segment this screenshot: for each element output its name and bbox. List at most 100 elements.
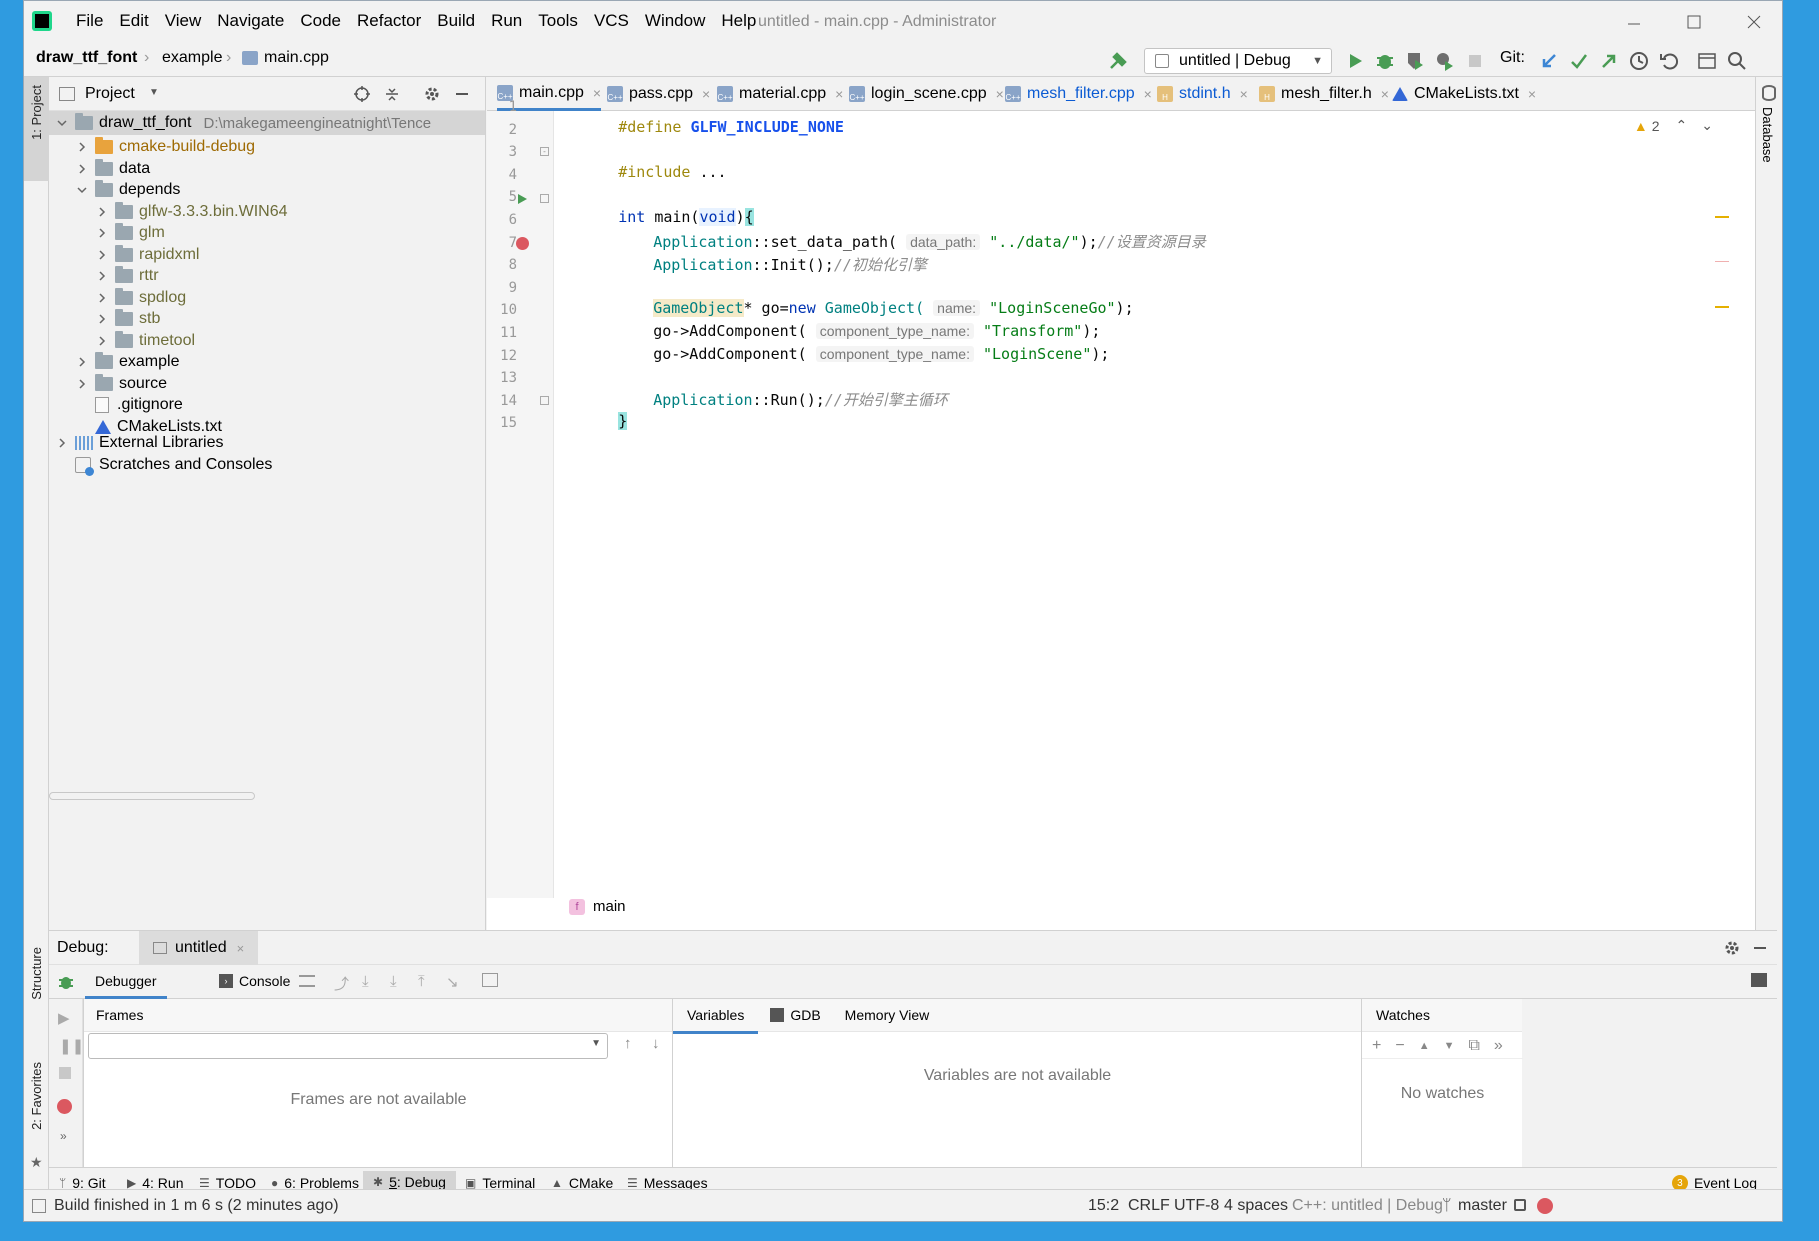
step-into-icon[interactable]: ⤓ [390, 973, 397, 990]
editor-tab[interactable]: C++ login_scene.cpp × [849, 77, 1004, 111]
copy-icon[interactable]: ⧉ [1468, 1037, 1479, 1055]
memory-view-tab[interactable]: Memory View [833, 1007, 942, 1023]
project-tool-tab[interactable]: 1: Project [24, 77, 49, 181]
chevron-right-icon[interactable] [95, 312, 109, 326]
chevron-right-icon[interactable] [75, 162, 89, 176]
fold-icon[interactable] [540, 194, 549, 203]
layout-settings-icon[interactable] [1751, 973, 1767, 987]
collapse-all-icon[interactable] [383, 85, 401, 103]
prev-highlight-icon[interactable]: ⌃ [1676, 117, 1688, 134]
warning-stripe-mark[interactable] [1715, 306, 1729, 308]
folded-includes[interactable]: ... [699, 163, 726, 181]
tree-root[interactable]: draw_ttf_font D:\makegameengineatnight\T… [49, 111, 485, 135]
git-branch[interactable]: master [1458, 1197, 1507, 1215]
resume-icon[interactable]: ▶ [58, 1009, 70, 1027]
hide-panel-icon[interactable] [453, 85, 471, 103]
menu-help[interactable]: Help [713, 11, 764, 31]
debugger-tab[interactable]: Debugger [85, 965, 167, 999]
tree-item[interactable]: example [75, 350, 179, 374]
tree-item[interactable]: depends [75, 178, 180, 202]
chevron-down-icon[interactable]: ▼ [149, 87, 159, 98]
profile-icon[interactable] [1434, 50, 1456, 72]
line-separator[interactable]: CRLF [1128, 1197, 1170, 1215]
fold-icon[interactable] [540, 396, 549, 405]
tree-item[interactable]: cmake-build-debug [75, 135, 255, 159]
caret-position[interactable]: 15:2 [1088, 1197, 1119, 1215]
chevron-right-icon[interactable] [95, 291, 109, 305]
maximize-button[interactable] [1664, 7, 1724, 37]
menu-view[interactable]: View [157, 11, 210, 31]
editor-tab[interactable]: C++ mesh_filter.cpp × [1005, 77, 1152, 111]
git-history-clock-icon[interactable] [1628, 50, 1650, 72]
chevron-right-icon[interactable] [95, 226, 109, 240]
menu-code[interactable]: Code [292, 11, 349, 31]
project-view-label[interactable]: Project [85, 85, 135, 103]
variables-tab[interactable]: Variables [673, 999, 759, 1034]
next-frame-icon[interactable]: ↓ [652, 1035, 660, 1052]
tree-item[interactable]: spdlog [95, 286, 186, 310]
status-message[interactable]: Build finished in 1 m 6 s (2 minutes ago… [54, 1197, 339, 1215]
context-breadcrumb[interactable]: f main [569, 898, 626, 915]
evaluate-expression-icon[interactable] [482, 973, 498, 987]
stop-icon[interactable] [59, 1067, 71, 1079]
move-up-icon[interactable]: ▲ [1419, 1040, 1430, 1052]
gear-icon[interactable] [423, 85, 441, 103]
code-editor[interactable]: 1 2 3 4 5 6 7 8 9 10 11 12 13 14 15 - #define GLFW_INC… [487, 99, 1777, 930]
editor-tab[interactable]: CMakeLists.txt × [1392, 77, 1536, 111]
close-tab-icon[interactable]: × [1381, 86, 1389, 102]
breakpoint-stripe-mark[interactable] [1715, 261, 1729, 262]
tree-external-libraries[interactable]: External Libraries [55, 431, 224, 455]
editor-tab[interactable]: Hstdint.h × [1157, 77, 1248, 111]
view-breakpoints-icon[interactable] [57, 1099, 72, 1114]
menu-tools[interactable]: Tools [530, 11, 586, 31]
tree-item[interactable]: data [75, 157, 150, 181]
presentation-mode-icon[interactable] [1696, 50, 1718, 72]
structure-tool-tab[interactable]: Structure [24, 947, 49, 1047]
breadcrumb-file[interactable]: main.cpp [242, 49, 329, 67]
chevron-right-icon[interactable] [95, 269, 109, 283]
inspection-widget[interactable]: ▲ 2 ⌃ ⌄ [1634, 117, 1713, 134]
run-icon[interactable] [1344, 50, 1366, 72]
run-gutter-icon[interactable] [516, 193, 528, 205]
run-configuration-select[interactable]: untitled | Debug ▼ [1144, 48, 1332, 74]
close-tab-icon[interactable]: × [1240, 86, 1248, 102]
menu-build[interactable]: Build [429, 11, 483, 31]
step-over-icon[interactable]: ⤓ [362, 973, 369, 990]
step-out-icon[interactable]: ⤒ [418, 973, 425, 990]
menu-run[interactable]: Run [483, 11, 530, 31]
git-push-icon[interactable] [1598, 50, 1620, 72]
console-tab[interactable]: › Console [219, 973, 290, 989]
file-encoding[interactable]: UTF-8 [1174, 1197, 1219, 1215]
error-report-icon[interactable] [1537, 1198, 1553, 1214]
debug-bug-icon[interactable] [1374, 50, 1396, 72]
tree-item[interactable]: .gitignore [75, 393, 183, 417]
tree-item[interactable]: rttr [95, 264, 159, 288]
chevron-right-icon[interactable] [75, 140, 89, 154]
locate-crosshair-icon[interactable] [353, 85, 371, 103]
chevron-right-icon[interactable] [95, 205, 109, 219]
tree-item[interactable]: rapidxml [95, 243, 199, 267]
toggle-tool-windows-icon[interactable] [32, 1199, 46, 1213]
search-icon[interactable] [1726, 50, 1748, 72]
fold-icon[interactable]: - [540, 147, 549, 156]
horizontal-scrollbar[interactable] [49, 792, 255, 800]
breakpoint-icon[interactable] [516, 237, 529, 250]
chevron-right-icon[interactable] [75, 355, 89, 369]
close-tab-icon[interactable]: × [1144, 86, 1152, 102]
thread-select[interactable]: ▼ [88, 1033, 608, 1059]
remove-watch-icon[interactable]: − [1395, 1037, 1404, 1055]
run-with-coverage-icon[interactable] [1404, 50, 1426, 72]
chevron-right-icon[interactable] [95, 248, 109, 262]
editor-gutter[interactable]: 1 2 3 4 5 6 7 8 9 10 11 12 13 14 15 - [487, 99, 554, 898]
git-rollback-icon[interactable] [1658, 50, 1680, 72]
tree-item[interactable]: source [75, 372, 167, 396]
minimize-button[interactable] [1604, 7, 1664, 37]
gear-icon[interactable] [1723, 939, 1741, 957]
tree-item[interactable]: glm [95, 221, 165, 245]
menu-edit[interactable]: Edit [111, 11, 156, 31]
menu-refactor[interactable]: Refactor [349, 11, 429, 31]
close-window-button[interactable] [1724, 7, 1782, 37]
close-icon[interactable]: × [237, 941, 245, 956]
menu-navigate[interactable]: Navigate [209, 11, 292, 31]
tree-item[interactable]: stb [95, 307, 160, 331]
